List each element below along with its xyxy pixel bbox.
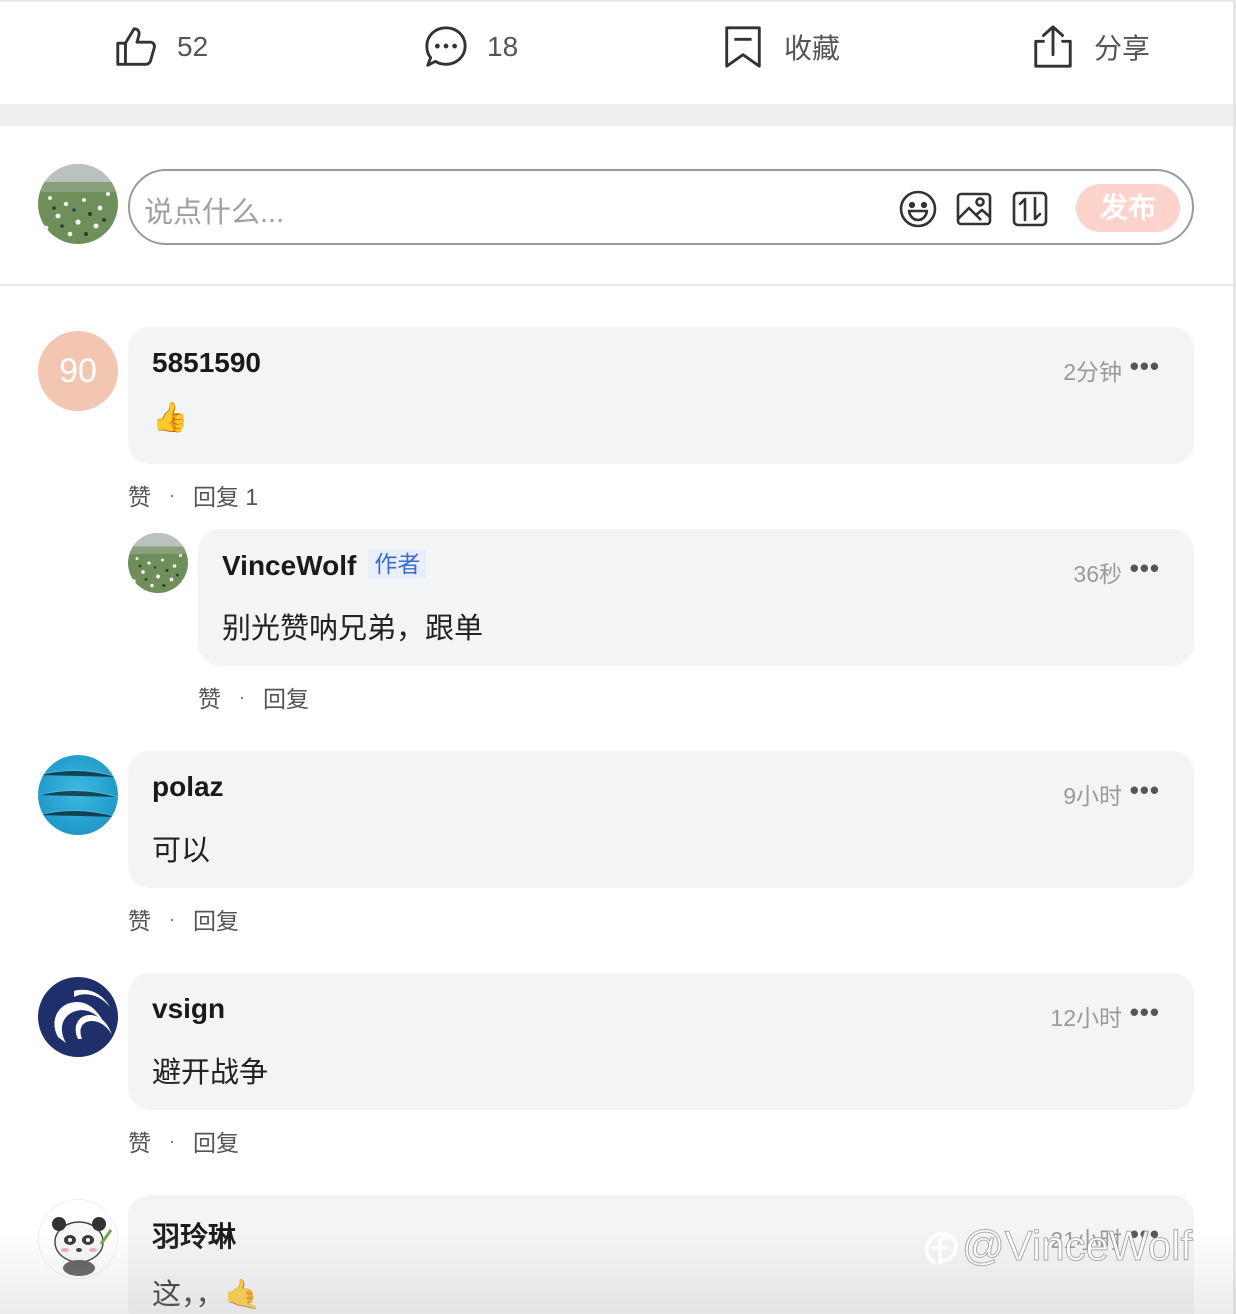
reply-username-row: VinceWolf 作者 [222, 549, 427, 582]
more-options-icon[interactable]: ••• [1130, 351, 1160, 382]
favorite-button[interactable]: 收藏 [720, 22, 840, 72]
bookmark-icon [725, 26, 761, 68]
separator-dot: · [239, 686, 245, 707]
separator-dot: · [169, 1130, 175, 1151]
comment-bubble: polaz 9小时 ••• 可以 [128, 751, 1194, 888]
comment-text: 可以 [152, 835, 211, 867]
share-button[interactable]: 分享 [1030, 22, 1150, 72]
avatar-vsign[interactable] [38, 977, 118, 1057]
thumbs-up-icon [116, 27, 156, 66]
avatar-panda[interactable] [38, 1199, 118, 1279]
comment-count: 18 [487, 31, 519, 62]
reply-link[interactable]: 回复 1 [193, 478, 258, 512]
reply-link[interactable]: 回复 [263, 680, 309, 714]
platform-logo-icon [924, 1232, 958, 1265]
comment-text: 避开战争 [152, 1057, 269, 1089]
watermark: @VinceWolf [920, 1222, 1193, 1270]
comment-bubble: 5851590 2分钟 ••• 👍 [128, 327, 1194, 464]
reply-link[interactable]: 回复 [193, 902, 239, 936]
avatar-vincewolf[interactable] [128, 533, 188, 593]
swap-icon[interactable] [1010, 189, 1050, 229]
reply-bubble: VinceWolf 作者 36秒 ••• 别光赞呐兄弟，跟单 [198, 529, 1194, 666]
reply-username[interactable]: VinceWolf [222, 550, 356, 581]
more-options-icon[interactable]: ••• [1130, 553, 1160, 584]
comment-text: 这，，🤙 [152, 1279, 261, 1311]
more-options-icon[interactable]: ••• [1130, 997, 1160, 1028]
like-count: 52 [177, 31, 209, 62]
comment-input[interactable]: 说点什么... 发布 [128, 169, 1194, 245]
section-gap [0, 104, 1233, 126]
comment-username[interactable]: vsign [152, 993, 225, 1025]
favorite-label: 收藏 [784, 33, 841, 64]
comment-composer: 说点什么... 发布 [0, 126, 1233, 286]
comment-username[interactable]: polaz [152, 771, 224, 803]
like-link[interactable]: 赞 [128, 902, 151, 936]
action-bar: 52 18 收藏 分享 [0, 4, 1233, 104]
separator-dot: · [169, 908, 175, 929]
current-user-avatar[interactable] [38, 164, 118, 244]
comment-time: 9小时 [1063, 783, 1122, 809]
image-icon[interactable] [954, 189, 994, 229]
share-icon [1034, 25, 1072, 68]
comment-actions: 赞 · 回复 [128, 1124, 239, 1158]
comment-text: 👍 [152, 402, 189, 434]
comment-input-placeholder: 说点什么... [144, 197, 285, 229]
comment-time: 12小时 [1050, 1005, 1122, 1031]
watermark-text: @VinceWolf [961, 1222, 1193, 1270]
author-badge: 作者 [368, 549, 427, 579]
avatar-5851590[interactable]: 90 [38, 331, 118, 411]
comment-time: 2分钟 [1063, 359, 1122, 385]
like-link[interactable]: 赞 [128, 478, 151, 512]
like-link[interactable]: 赞 [128, 1124, 151, 1158]
comment-username[interactable]: 羽玲琳 [152, 1215, 236, 1255]
comment-bubble-icon [425, 26, 467, 67]
reply-text: 别光赞呐兄弟，跟单 [222, 613, 484, 645]
avatar-polaz[interactable] [38, 755, 118, 835]
share-label: 分享 [1094, 33, 1151, 64]
reply-actions: 赞 · 回复 [198, 680, 309, 714]
reply-link[interactable]: 回复 [193, 1124, 239, 1158]
like-link[interactable]: 赞 [198, 680, 221, 714]
comment-username[interactable]: 5851590 [152, 347, 261, 379]
separator-dot: · [169, 484, 175, 505]
reply-time: 36秒 [1073, 561, 1122, 587]
like-button[interactable]: 52 [113, 22, 208, 72]
comment-actions: 赞 · 回复 [128, 902, 239, 936]
comment-button[interactable]: 18 [423, 22, 518, 72]
comment-bubble: vsign 12小时 ••• 避开战争 [128, 973, 1194, 1110]
more-options-icon[interactable]: ••• [1130, 775, 1160, 806]
comment-actions: 赞 · 回复 1 [128, 478, 258, 512]
emoji-icon[interactable] [898, 189, 938, 229]
publish-button[interactable]: 发布 [1076, 184, 1180, 232]
